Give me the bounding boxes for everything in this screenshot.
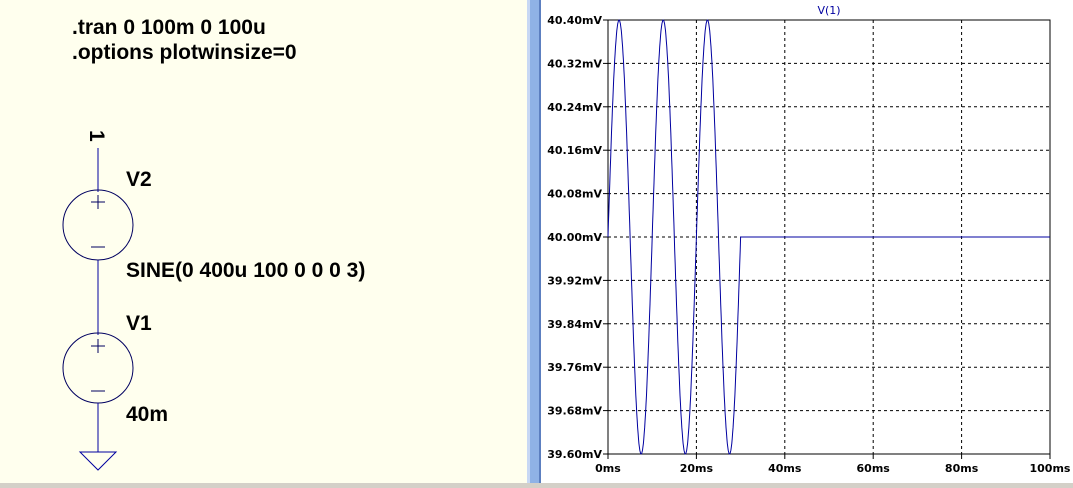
schematic-wires: [62, 148, 134, 471]
trace-v1: [607, 19, 1050, 455]
v1-value[interactable]: 40m: [126, 403, 168, 427]
tran-directive[interactable]: .tran 0 100m 0 100u: [72, 16, 266, 40]
y-tick-label: 40.24mV: [547, 101, 602, 114]
x-tick-label: 0ms: [595, 462, 621, 475]
y-tick-label: 40.40mV: [547, 14, 602, 27]
waveform-pane[interactable]: 40.40mV 40.32mV 40.24mV 40.16mV 40.08mV 40.00…: [541, 0, 1073, 483]
net-label[interactable]: 1: [84, 130, 108, 142]
v2-value[interactable]: SINE(0 400u 100 0 0 0 3): [126, 259, 365, 283]
x-tick-label: 100ms: [1030, 462, 1071, 475]
v1-name[interactable]: V1: [126, 312, 152, 336]
y-tick-label: 39.84mV: [547, 318, 602, 331]
x-tick-label: 60ms: [857, 462, 891, 475]
pane-splitter[interactable]: [527, 0, 541, 483]
y-tick-label: 40.32mV: [547, 57, 602, 70]
v2-name[interactable]: V2: [126, 168, 152, 192]
y-tick-label: 39.60mV: [547, 448, 602, 461]
x-tick-label: 40ms: [768, 462, 802, 475]
y-tick-label: 40.00mV: [547, 231, 602, 244]
y-tick-label: 39.68mV: [547, 405, 602, 418]
ground-icon: [78, 451, 118, 471]
waveform-plot[interactable]: 40.40mV 40.32mV 40.24mV 40.16mV 40.08mV 40.00…: [541, 0, 1073, 483]
x-tick-label: 20ms: [680, 462, 714, 475]
trace-label: V(1): [817, 4, 840, 17]
x-tick-label: 80ms: [945, 462, 979, 475]
y-tick-label: 39.92mV: [547, 274, 602, 287]
voltage-source-v1-symbol: [62, 332, 134, 404]
voltage-source-v2-symbol: [62, 189, 134, 261]
y-tick-label: 40.08mV: [547, 188, 602, 201]
schematic-pane[interactable]: .tran 0 100m 0 100u .options plotwinsize…: [0, 0, 527, 483]
options-directive[interactable]: .options plotwinsize=0: [72, 41, 297, 65]
y-tick-label: 39.76mV: [547, 361, 602, 374]
y-tick-label: 40.16mV: [547, 144, 602, 157]
